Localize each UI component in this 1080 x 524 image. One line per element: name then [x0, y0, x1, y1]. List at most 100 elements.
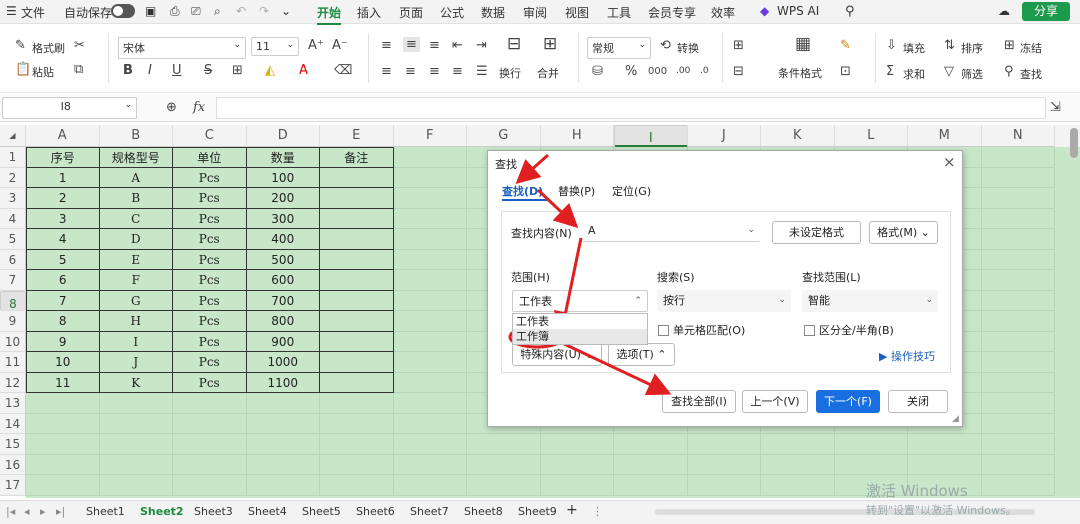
grid-cell[interactable]	[393, 249, 467, 270]
save-icon[interactable]: ▣	[145, 4, 156, 18]
convert-icon[interactable]: ⟲	[660, 39, 671, 52]
table-cell[interactable]: D	[99, 229, 173, 250]
grid-cell[interactable]	[393, 290, 467, 311]
row-header-15[interactable]: 15	[0, 434, 26, 455]
grid-cell[interactable]	[26, 434, 100, 455]
increase-font-icon[interactable]: A⁺	[308, 39, 324, 52]
lookin-select[interactable]: 智能 ⌄	[802, 290, 938, 312]
autosave-toggle[interactable]	[111, 4, 135, 18]
column-header-A[interactable]: A	[26, 125, 100, 147]
next-button[interactable]: 下一个(F)	[816, 390, 880, 413]
name-box[interactable]: I8 ⌄	[2, 97, 137, 119]
align-middle-icon[interactable]: ≡	[403, 37, 420, 52]
wrap-button[interactable]: 换行	[499, 65, 521, 81]
grid-cell[interactable]	[834, 454, 908, 475]
table-header-cell[interactable]: 序号	[26, 147, 100, 168]
row-header-11[interactable]: 11	[0, 352, 26, 373]
scope-option-workbook[interactable]: 工作簿	[513, 329, 647, 344]
table-cell[interactable]: H	[99, 311, 173, 332]
row-header-10[interactable]: 10	[0, 331, 26, 352]
grid-cell[interactable]	[981, 352, 1055, 373]
column-header-H[interactable]: H	[540, 125, 614, 147]
table-cell[interactable]: 5	[26, 249, 100, 270]
tab-page[interactable]: 页面	[399, 4, 423, 21]
column-header-J[interactable]: J	[687, 125, 761, 147]
filter-button[interactable]: 筛选	[961, 66, 983, 82]
table-cell[interactable]	[320, 270, 394, 291]
grid-cell[interactable]	[981, 331, 1055, 352]
decimal-decrease-icon[interactable]: .0	[700, 65, 709, 78]
grid-cell[interactable]	[173, 413, 247, 434]
grid-cell[interactable]	[614, 434, 688, 455]
grid-cell[interactable]	[26, 454, 100, 475]
table-header-cell[interactable]: 规格型号	[99, 147, 173, 168]
tab-tools[interactable]: 工具	[607, 4, 631, 21]
tab-view[interactable]: 视图	[565, 4, 589, 21]
thousands-icon[interactable]: 000	[648, 65, 667, 78]
grid-cell[interactable]	[393, 372, 467, 393]
table-cell[interactable]: J	[99, 352, 173, 373]
clear-icon[interactable]: ⌫	[334, 64, 352, 77]
column-header-F[interactable]: F	[393, 125, 467, 147]
table-cell[interactable]: 300	[246, 208, 320, 229]
grid-cell[interactable]	[467, 434, 541, 455]
grid-cell[interactable]	[687, 475, 761, 496]
cloud-icon[interactable]: ☁	[998, 4, 1010, 18]
align-left-icon[interactable]: ≡	[381, 65, 392, 78]
freeze-button[interactable]: 冻结	[1020, 40, 1042, 56]
grid-cell[interactable]	[320, 434, 394, 455]
grid-cell[interactable]	[981, 229, 1055, 250]
copy-icon[interactable]: ⧉	[74, 63, 83, 76]
row-header-8[interactable]: 8	[0, 290, 26, 311]
table-cell[interactable]	[320, 188, 394, 209]
column-header-N[interactable]: N	[981, 125, 1055, 147]
table-cell[interactable]: 800	[246, 311, 320, 332]
grid-cell[interactable]	[320, 393, 394, 414]
grid-cell[interactable]	[393, 454, 467, 475]
next-sheet-icon[interactable]: ▸	[40, 505, 46, 518]
table-style-icon[interactable]: ▦	[795, 36, 811, 53]
zoom-icon[interactable]: ⊕	[166, 101, 177, 114]
table-cell[interactable]	[320, 290, 394, 311]
table-cell[interactable]: Pcs	[173, 331, 247, 352]
table-header-cell[interactable]: 备注	[320, 147, 394, 168]
table-cell[interactable]: Pcs	[173, 311, 247, 332]
grid-cell[interactable]	[393, 331, 467, 352]
grid-cell[interactable]	[687, 454, 761, 475]
table-cell[interactable]: 1000	[246, 352, 320, 373]
grid-cell[interactable]	[246, 413, 320, 434]
table-cell[interactable]: 8	[26, 311, 100, 332]
column-header-B[interactable]: B	[99, 125, 173, 147]
table-cell[interactable]	[320, 229, 394, 250]
table-cell[interactable]: Pcs	[173, 167, 247, 188]
grid-cell[interactable]	[908, 434, 982, 455]
no-format-button[interactable]: 未设定格式	[772, 221, 861, 244]
format-painter-icon[interactable]: ✎	[15, 39, 26, 52]
grid-cell[interactable]	[99, 434, 173, 455]
grid-cell[interactable]	[467, 454, 541, 475]
grid-cell[interactable]	[467, 475, 541, 496]
column-header-C[interactable]: C	[173, 125, 247, 147]
table-cell[interactable]: 2	[26, 188, 100, 209]
share-button[interactable]: 分享	[1022, 2, 1070, 21]
row-header-14[interactable]: 14	[0, 413, 26, 434]
search-icon[interactable]: ⚲	[845, 4, 855, 19]
table-cell[interactable]	[320, 352, 394, 373]
row-header-1[interactable]: 1	[0, 147, 26, 168]
grid-cell[interactable]	[981, 475, 1055, 496]
last-sheet-icon[interactable]: ▸|	[56, 505, 65, 518]
tab-formula[interactable]: 公式	[440, 4, 464, 21]
paste-icon[interactable]: 📋	[15, 63, 31, 76]
grid-cell[interactable]	[540, 434, 614, 455]
match-width-checkbox[interactable]: 区分全/半角(B)	[804, 322, 894, 338]
fill-icon[interactable]: ⇩	[886, 39, 897, 52]
table-cell[interactable]	[320, 167, 394, 188]
table-cell[interactable]	[320, 372, 394, 393]
tab-efficiency[interactable]: 效率	[711, 4, 735, 21]
table-cell[interactable]: Pcs	[173, 188, 247, 209]
grid-cell[interactable]	[393, 311, 467, 332]
grid-cell[interactable]	[393, 434, 467, 455]
grid-cell[interactable]	[981, 270, 1055, 291]
table-cell[interactable]: F	[99, 270, 173, 291]
tab-goto[interactable]: 定位(G)	[612, 183, 651, 199]
